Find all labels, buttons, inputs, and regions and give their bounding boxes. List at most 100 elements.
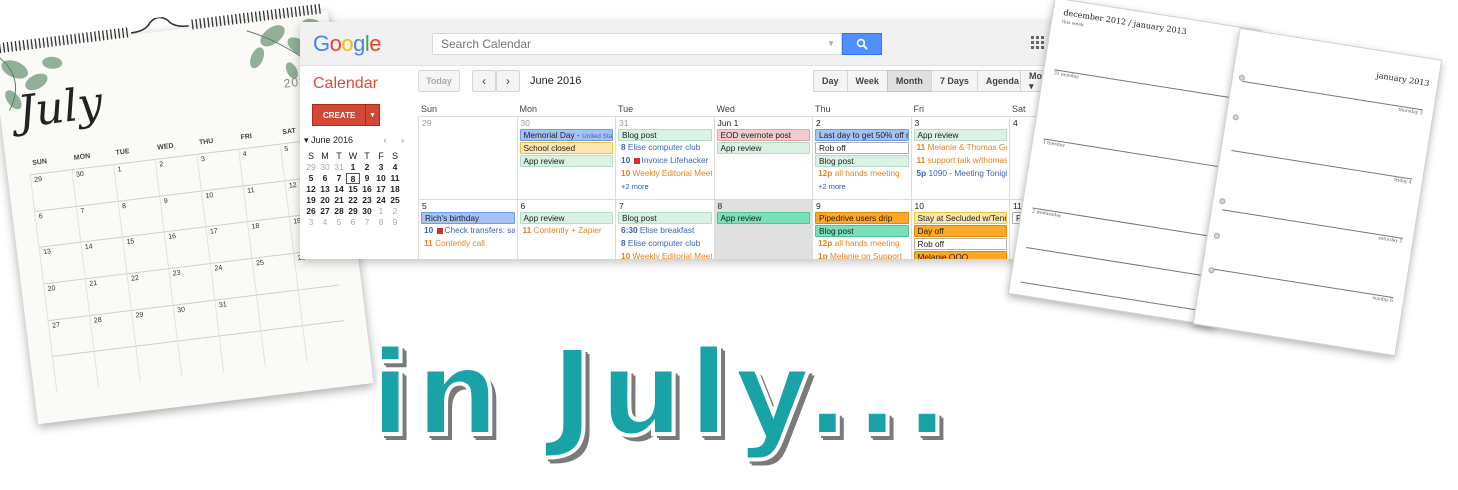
view-week-button[interactable]: Week xyxy=(846,70,888,92)
event-chip[interactable]: Blog post xyxy=(618,212,712,224)
mini-day[interactable]: 16 xyxy=(360,184,374,195)
event-chip[interactable]: Pipedrive users drip xyxy=(815,212,909,224)
view-day-button[interactable]: Day xyxy=(813,70,848,92)
next-button[interactable]: › xyxy=(496,70,520,92)
day-cell[interactable]: 3 App review 11 Melanie & Thomas Go 11 supp… xyxy=(910,117,1010,199)
mini-day[interactable]: 8 xyxy=(374,217,388,228)
mini-day[interactable]: 27 xyxy=(318,206,332,217)
day-cell[interactable]: 2 Last day to get 50% off n Rob off Blog po… xyxy=(812,117,911,199)
day-number[interactable]: 6 xyxy=(521,201,526,211)
mini-day[interactable]: 3 xyxy=(374,162,388,173)
event-chip[interactable]: 10 Weekly Editorial Meeti xyxy=(618,251,712,259)
mini-day[interactable]: 18 xyxy=(388,184,402,195)
mini-day[interactable]: 11 xyxy=(388,173,402,184)
search-box[interactable]: ▼ xyxy=(432,33,842,55)
mini-day[interactable]: 7 xyxy=(332,173,346,184)
day-number[interactable]: 5 xyxy=(422,201,427,211)
day-number[interactable]: 2 xyxy=(816,118,821,128)
event-chip[interactable]: Memorial Day - United Sta xyxy=(519,129,613,141)
mini-day[interactable]: 6 xyxy=(318,173,332,184)
previous-button[interactable]: ‹ xyxy=(472,70,496,92)
mini-day[interactable]: 2 xyxy=(388,206,402,217)
mini-day[interactable]: 5 xyxy=(332,217,346,228)
event-chip[interactable]: App review xyxy=(519,155,613,167)
day-number[interactable]: 7 xyxy=(619,201,624,211)
day-cell[interactable]: 6 App review 11 Contently + Zapier xyxy=(516,200,616,259)
mini-day[interactable]: 12 xyxy=(304,184,318,195)
mini-day[interactable]: 20 xyxy=(318,195,332,206)
event-chip[interactable]: Blog post xyxy=(815,225,909,237)
day-cell[interactable]: 31 Blog post 8 Elise computer club 10 Invoi… xyxy=(615,117,714,199)
day-cell[interactable]: 7 Blog post 6:30 Elise breakfast 8 Elise co… xyxy=(615,200,714,259)
day-cell[interactable]: 30 Memorial Day - United Sta School closed… xyxy=(516,117,616,199)
mini-day[interactable]: 6 xyxy=(346,217,360,228)
event-chip[interactable]: App review xyxy=(519,212,613,224)
mini-day[interactable]: 31 xyxy=(332,162,346,173)
mini-day[interactable]: 30 xyxy=(360,206,374,217)
create-button[interactable]: CREATE ▼ xyxy=(312,104,380,126)
mini-day[interactable]: 13 xyxy=(318,184,332,195)
event-chip[interactable]: Day off xyxy=(913,225,1007,237)
event-chip[interactable]: 11 Melanie & Thomas Go xyxy=(914,142,1008,154)
view-7days-button[interactable]: 7 Days xyxy=(930,70,978,92)
day-cell[interactable]: 10 Stay at Secluded w/Tennis/Koi Pond Day … xyxy=(910,200,1010,259)
search-options-caret[interactable]: ▼ xyxy=(827,39,835,48)
event-chip[interactable]: Blog post xyxy=(815,155,909,167)
mini-day[interactable]: 8 xyxy=(346,173,360,184)
event-chip[interactable]: 12p all hands meeting xyxy=(815,238,909,250)
event-chip[interactable]: Rich's birthday xyxy=(421,212,515,224)
mini-day[interactable]: 1 xyxy=(374,206,388,217)
event-chip[interactable]: 11 support talk w/thomas xyxy=(914,155,1008,167)
mini-day[interactable]: 9 xyxy=(388,217,402,228)
day-number[interactable]: 29 xyxy=(422,118,431,128)
mini-day[interactable]: 9 xyxy=(360,173,374,184)
event-chip[interactable]: 6:30 Elise breakfast xyxy=(618,225,712,237)
day-cell[interactable]: Jun 1 EOD evernote post App review xyxy=(713,117,813,199)
mini-day[interactable]: 25 xyxy=(388,195,402,206)
day-number[interactable]: 30 xyxy=(521,118,530,128)
event-chip[interactable]: Melanie OOO xyxy=(913,251,1007,259)
day-cell[interactable]: 8 App review xyxy=(713,200,812,259)
event-chip[interactable]: School closed xyxy=(519,142,613,154)
day-number[interactable]: 9 xyxy=(816,201,821,211)
event-chip[interactable]: 10 Invoice Lifehacker xyxy=(618,155,712,167)
chevron-down-icon[interactable]: ▼ xyxy=(365,105,379,125)
mini-day[interactable]: 2 xyxy=(360,162,374,173)
day-cell[interactable]: 9 Pipedrive users drip Blog post 12p all ha… xyxy=(812,200,911,259)
mini-day[interactable]: 26 xyxy=(304,206,318,217)
event-chip[interactable]: Last day to get 50% off n xyxy=(815,129,909,141)
search-input[interactable] xyxy=(433,34,841,54)
mini-day[interactable]: 4 xyxy=(388,162,402,173)
event-chip[interactable]: 10 Weekly Editorial Meeti xyxy=(618,168,712,180)
event-chip[interactable]: Rob off xyxy=(913,238,1007,250)
mini-day[interactable]: 7 xyxy=(360,217,374,228)
day-number[interactable]: Jun 1 xyxy=(718,118,739,128)
mini-day[interactable]: 19 xyxy=(304,195,318,206)
event-chip[interactable]: App review xyxy=(716,142,810,154)
event-chip[interactable]: App review xyxy=(716,212,810,224)
mini-day[interactable]: 28 xyxy=(332,206,346,217)
mini-day[interactable]: 23 xyxy=(360,195,374,206)
event-chip[interactable]: 1p Melanie on Support xyxy=(815,251,909,259)
google-logo[interactable]: Google xyxy=(313,31,382,57)
search-button[interactable] xyxy=(842,33,882,55)
today-button[interactable]: Today xyxy=(418,70,460,92)
event-chip[interactable]: 11 Contently + Zapier xyxy=(520,225,614,237)
day-cell[interactable]: 29 xyxy=(418,117,517,199)
event-chip[interactable]: 8 Elise computer club xyxy=(618,142,712,154)
day-cell[interactable]: 5 Rich's birthday 10 Check transfers: sav 1… xyxy=(418,200,517,259)
more-events-link[interactable]: +2 more xyxy=(815,181,909,193)
mini-calendar-nav[interactable]: ‹ › xyxy=(384,135,411,145)
more-events-link[interactable]: +2 more xyxy=(618,181,712,193)
mini-day[interactable]: 10 xyxy=(374,173,388,184)
mini-day[interactable]: 21 xyxy=(332,195,346,206)
view-month-button[interactable]: Month xyxy=(886,70,932,92)
mini-day[interactable]: 5 xyxy=(304,173,318,184)
mini-day[interactable]: 24 xyxy=(374,195,388,206)
event-chip[interactable]: 8 Elise computer club xyxy=(618,238,712,250)
mini-day[interactable]: 29 xyxy=(346,206,360,217)
mini-day[interactable]: 14 xyxy=(332,184,346,195)
mini-day[interactable]: 4 xyxy=(318,217,332,228)
mini-day[interactable]: 15 xyxy=(346,184,360,195)
event-chip[interactable]: 12p all hands meeting xyxy=(815,168,909,180)
